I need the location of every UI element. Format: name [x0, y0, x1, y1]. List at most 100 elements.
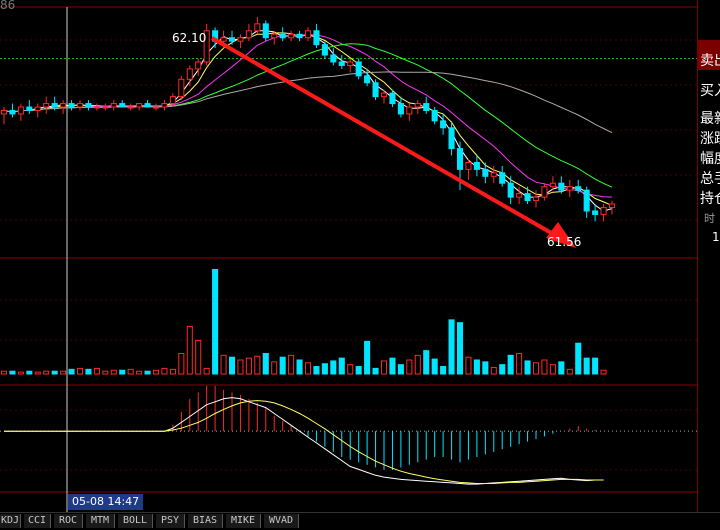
- tab-roc[interactable]: ROC: [54, 514, 83, 528]
- candle-1: [9, 103, 16, 118]
- candle-15: [127, 103, 134, 111]
- volume-bar-56: [473, 359, 480, 375]
- candle-44: [372, 79, 379, 101]
- tab-mike[interactable]: MIKE: [226, 514, 261, 528]
- candle-55: [465, 158, 472, 180]
- tab-mtm[interactable]: MTM: [86, 514, 115, 528]
- side-item-latest: 最新: [700, 111, 720, 127]
- volume-bar-52: [440, 366, 447, 375]
- candle-body-51: [431, 109, 438, 122]
- volume-bar-39: [330, 360, 337, 375]
- candle-body-57: [482, 168, 489, 177]
- candle-body-71: [600, 206, 607, 215]
- volume-bar-41: [347, 364, 354, 375]
- candle-71: [600, 204, 607, 222]
- candle-18: [152, 103, 160, 111]
- volume-bar-34: [288, 354, 295, 375]
- candle-body-7: [60, 103, 67, 108]
- candle-body-60: [507, 182, 514, 198]
- volume-bar-18: [152, 369, 160, 375]
- candle-body-58: [490, 172, 497, 177]
- candle-0: [0, 107, 8, 125]
- candle-28: [237, 34, 244, 49]
- candle-body-52: [440, 120, 447, 129]
- candle-27: [228, 30, 236, 45]
- volume-bar-53: [448, 319, 455, 375]
- candle-body-67: [566, 186, 573, 191]
- candle-body-22: [186, 68, 193, 80]
- volume-bar-66: [558, 361, 565, 375]
- trend-arrow: [211, 36, 576, 248]
- tab-kdj[interactable]: KDJ: [0, 514, 21, 528]
- candle-body-21: [178, 78, 185, 98]
- tab-boll[interactable]: BOLL: [118, 514, 153, 528]
- volume-bar-28: [237, 359, 244, 375]
- candle-body-26: [220, 37, 227, 42]
- volume-bar-19: [161, 367, 168, 375]
- volume-bar-65: [549, 364, 556, 375]
- tab-psy[interactable]: PSY: [156, 514, 185, 528]
- candle-body-54: [456, 148, 464, 170]
- candle-body-61: [516, 193, 523, 198]
- ma40-line: [3, 71, 613, 134]
- volume-bar-55: [465, 356, 472, 375]
- candle-body-27: [228, 37, 236, 42]
- volume-bar-44: [372, 367, 379, 375]
- high-price-label: 62.10: [172, 31, 206, 45]
- candle-body-12: [102, 106, 109, 109]
- candle-64: [541, 183, 548, 201]
- macd-dea-line: [4, 400, 604, 484]
- candle-4: [34, 103, 41, 118]
- volume-bar-42: [355, 366, 362, 375]
- candle-29: [245, 23, 252, 42]
- volume-bar-48: [406, 359, 413, 375]
- volume-bar-71: [600, 369, 607, 375]
- candle-body-20: [169, 96, 176, 105]
- tab-bias[interactable]: BIAS: [188, 514, 223, 528]
- candle-body-49: [414, 103, 421, 108]
- volume-series: [0, 268, 607, 375]
- volume-bar-25: [212, 268, 219, 375]
- candle-body-37: [313, 30, 320, 46]
- tab-cci[interactable]: CCI: [24, 514, 51, 528]
- volume-bar-67: [566, 368, 573, 375]
- low-price-label: 61.56: [547, 235, 581, 249]
- side-bottom-value: 1: [712, 230, 720, 244]
- volume-bar-43: [364, 340, 371, 375]
- volume-bar-2: [17, 371, 24, 375]
- tab-wvad[interactable]: WVAD: [264, 514, 299, 528]
- side-item-sell[interactable]: 卖出: [700, 50, 720, 70]
- candle-9: [76, 100, 84, 111]
- candle-69: [583, 186, 590, 218]
- volume-bar-58: [490, 366, 497, 375]
- volume-bar-32: [271, 361, 278, 375]
- candle-body-11: [93, 106, 100, 109]
- candle-body-69: [583, 189, 590, 212]
- side-item-buy[interactable]: 买入: [700, 80, 720, 100]
- candle-body-70: [592, 210, 599, 215]
- volume-bar-54: [456, 322, 464, 375]
- volume-bar-31: [262, 352, 269, 375]
- candle-12: [102, 103, 109, 111]
- candle-body-6: [51, 103, 58, 108]
- macd-series: [4, 385, 604, 485]
- volume-bar-38: [321, 363, 328, 375]
- candle-body-39: [330, 54, 337, 63]
- candle-body-10: [85, 103, 92, 108]
- side-item-pct: 幅度: [700, 151, 720, 167]
- indicator-tab-bar: KDJ CCI ROC MTM BOLL PSY BIAS MIKE WVAD: [0, 512, 720, 530]
- quote-side-panel: 卖出 买入 最新 涨跌 幅度 总手 持仓 时 1 分: [697, 0, 720, 512]
- candle-17: [144, 100, 151, 108]
- candle-36: [304, 27, 312, 42]
- candle-3: [26, 100, 33, 114]
- side-time-label: 时: [704, 212, 715, 225]
- candle-2: [17, 103, 24, 121]
- volume-bar-69: [583, 357, 590, 375]
- candlestick-series: [0, 16, 616, 222]
- volume-bar-21: [178, 352, 185, 375]
- candle-34: [288, 30, 295, 42]
- volume-bar-60: [507, 354, 514, 375]
- candle-body-3: [26, 106, 33, 111]
- side-item-open-interest: 持仓: [700, 191, 720, 207]
- volume-bar-17: [144, 370, 151, 375]
